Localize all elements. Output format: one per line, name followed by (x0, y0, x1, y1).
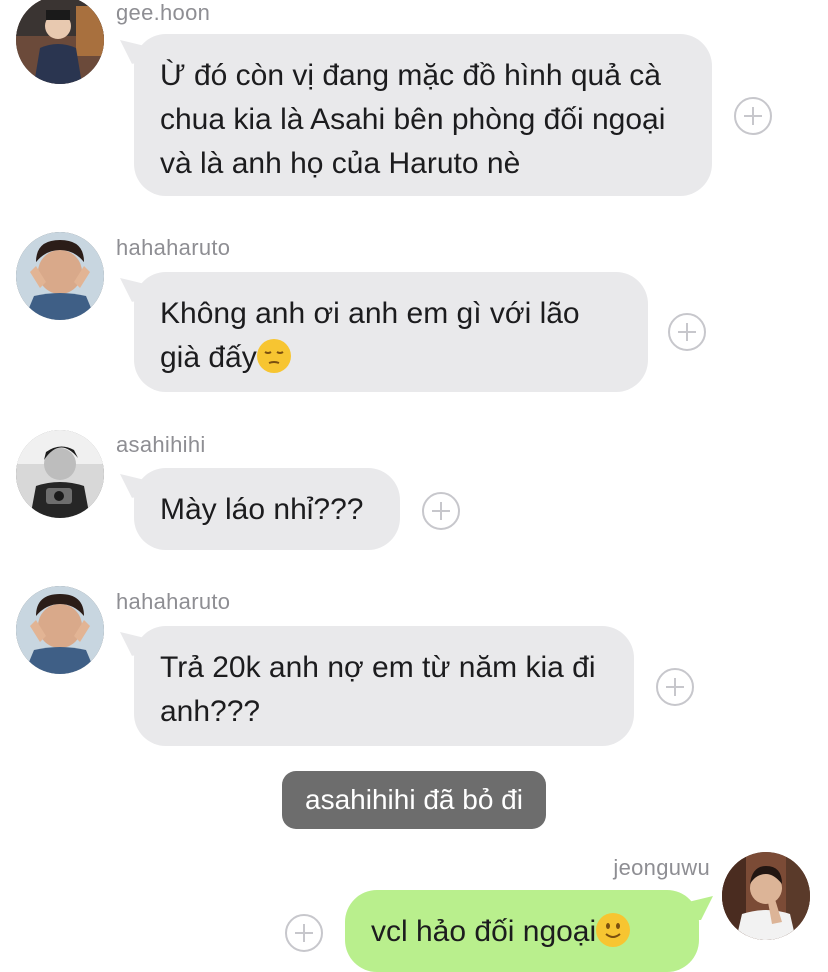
message-text: Mày láo nhỉ??? (160, 493, 364, 526)
message-text: Ừ đó còn vị đang mặc đồ hình quả cà chua… (160, 59, 666, 180)
avatar-gee-hoon[interactable] (16, 0, 104, 84)
avatar-jeonguwu[interactable] (722, 852, 810, 940)
plus-circle-icon[interactable] (734, 97, 772, 135)
username: gee.hoon (116, 0, 211, 25)
message-bubble[interactable]: Không anh ơi anh em gì với lão già đấy (134, 272, 648, 392)
avatar-asahihihi[interactable] (16, 430, 104, 518)
plus-circle-icon[interactable] (656, 668, 694, 706)
message-text: Trả 20k anh nợ em từ năm kia đi anh??? (160, 651, 596, 728)
username: jeonguwu (613, 855, 710, 880)
message-bubble[interactable]: Trả 20k anh nợ em từ năm kia đi anh??? (134, 626, 634, 746)
username: hahaharuto (116, 589, 231, 614)
plus-circle-icon[interactable] (668, 313, 706, 351)
pensive-face-icon (256, 339, 291, 373)
plus-circle-icon[interactable] (285, 914, 323, 952)
avatar-hahaharuto[interactable] (16, 586, 104, 674)
username: hahaharuto (116, 235, 231, 260)
message-bubble[interactable]: Ừ đó còn vị đang mặc đồ hình quả cà chua… (134, 34, 712, 196)
message-bubble[interactable]: Mày láo nhỉ??? (134, 468, 400, 550)
plus-circle-icon[interactable] (422, 492, 460, 530)
message-bubble-outgoing[interactable]: vcl hảo đối ngoại (345, 890, 699, 972)
username: asahihihi (116, 432, 206, 457)
avatar-hahaharuto[interactable] (16, 232, 104, 320)
system-notice: asahihihi đã bỏ đi (282, 771, 546, 829)
message-text: Không anh ơi anh em gì với lão già đấy (160, 297, 580, 374)
slightly-smiling-face-icon (596, 913, 631, 947)
message-text: vcl hảo đối ngoại (371, 915, 597, 948)
